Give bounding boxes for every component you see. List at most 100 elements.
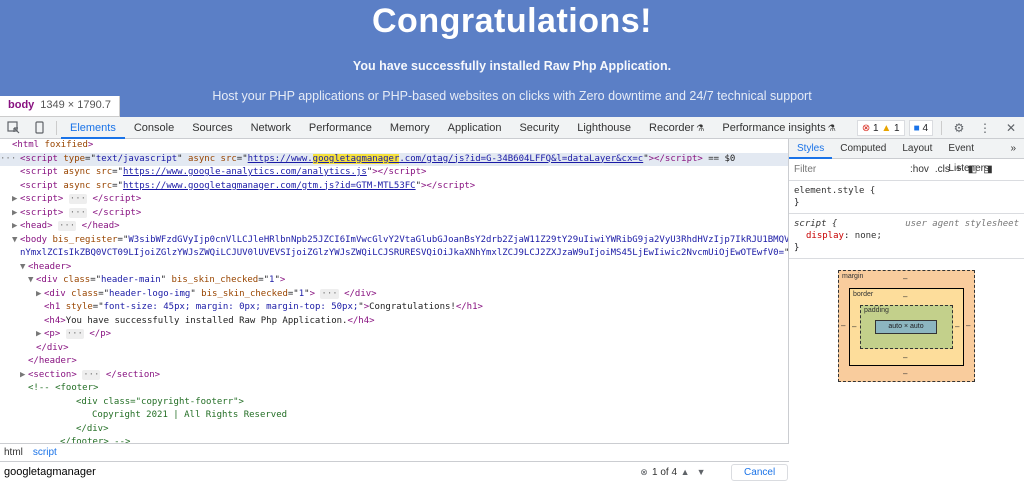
find-input[interactable] xyxy=(0,466,620,478)
breadcrumb-script[interactable]: script xyxy=(33,447,57,458)
tab-security[interactable]: Security xyxy=(510,117,568,139)
rule-property: display xyxy=(806,231,844,241)
dom-node-line[interactable]: <!-- <footer> xyxy=(0,382,788,396)
tab-performance-insights[interactable]: Performance insights ⚗ xyxy=(713,117,844,139)
elements-tree[interactable]: <html foxified> ··· <script type="text/jav… xyxy=(0,139,789,443)
border-right-value: – xyxy=(955,322,960,331)
dom-node-markup: <p> ··· </p> xyxy=(44,329,112,339)
margin-label: margin xyxy=(842,273,864,280)
close-icon[interactable]: ✕ xyxy=(998,117,1024,139)
tab-styles[interactable]: Styles xyxy=(789,139,833,159)
tab-event-listeners[interactable]: Event Listeners xyxy=(940,139,1002,174)
expand-arrow-icon[interactable]: ▶ xyxy=(20,369,28,383)
tab-performance[interactable]: Performance xyxy=(300,117,381,139)
messages-badge[interactable]: ■ 4 xyxy=(908,120,933,136)
clear-search-icon[interactable]: ⊗ xyxy=(636,467,652,478)
dom-node-line[interactable]: ▶ <script> ··· </script> xyxy=(0,207,788,221)
dom-node-line[interactable]: nYmxlZCIsIkZBQ0VCT09LIjoiZGlzYWJsZWQiLCJ… xyxy=(0,247,788,261)
dom-node-line[interactable]: ▶ <script> ··· </script> xyxy=(0,193,788,207)
toggle-color-format-icon[interactable]: ◧ xyxy=(968,164,977,175)
border-left-value: – xyxy=(852,322,857,331)
dom-node-markup: <head> ··· </head> xyxy=(20,221,120,231)
find-prev-icon[interactable]: ▲ xyxy=(677,467,693,477)
rule-close: } xyxy=(794,243,800,253)
tab-sources[interactable]: Sources xyxy=(183,117,241,139)
tab-application[interactable]: Application xyxy=(439,117,511,139)
tab-memory[interactable]: Memory xyxy=(381,117,439,139)
dom-node-markup: </div> xyxy=(76,423,109,434)
dom-node-line[interactable]: ▶ <head> ··· </head> xyxy=(0,220,788,234)
cls-button[interactable]: .cls xyxy=(935,164,950,175)
settings-icon[interactable]: ⚙ xyxy=(946,117,972,139)
rule-source: user agent stylesheet xyxy=(905,219,1019,229)
dom-node-line[interactable]: ▼ <header> xyxy=(0,261,788,275)
collapse-arrow-icon[interactable]: ▼ xyxy=(28,274,36,288)
margin-bottom-value: – xyxy=(903,369,908,378)
expand-arrow-icon[interactable]: ▶ xyxy=(12,220,20,234)
rule-value: none; xyxy=(854,231,882,241)
issues-badge[interactable]: ⊗ 1 ▲ 1 xyxy=(856,120,905,136)
device-toggle-icon[interactable] xyxy=(26,117,52,139)
more-tabs-icon[interactable]: » xyxy=(1002,139,1024,159)
expand-arrow-icon[interactable]: ▶ xyxy=(36,288,44,302)
padding-label: padding xyxy=(864,307,889,314)
styles-filter-input[interactable] xyxy=(794,164,904,175)
dom-node-markup: </header> xyxy=(28,356,77,366)
flask-icon: ⚗ xyxy=(696,122,705,133)
tab-elements[interactable]: Elements xyxy=(61,117,125,139)
tab-computed[interactable]: Computed xyxy=(832,139,894,159)
dom-node-markup: <div class="header-logo-img" bis_skin_ch… xyxy=(44,288,377,299)
tab-recorder-label: Recorder xyxy=(649,121,695,134)
expand-arrow-icon[interactable]: ▶ xyxy=(36,328,44,342)
styles-sidebar: Styles Computed Layout Event Listeners »… xyxy=(789,139,1024,482)
breadcrumb: html script xyxy=(0,443,789,461)
divider xyxy=(941,121,942,135)
tab-network[interactable]: Network xyxy=(242,117,300,139)
dom-node-line[interactable]: ▼ <div class="header-main" bis_skin_check… xyxy=(0,274,788,288)
dom-node-line[interactable]: <script async src="https://www.google-an… xyxy=(0,166,788,180)
dom-node-line[interactable]: ··· <script type="text/javascript" async … xyxy=(0,152,788,166)
dom-node-line[interactable]: </footer> --> xyxy=(0,436,788,443)
warning-icon: ▲ xyxy=(881,122,892,134)
dom-node-markup: <script> ··· </script> xyxy=(20,207,142,218)
page-text: Host your PHP applications or PHP-based … xyxy=(212,89,812,103)
dom-node-line[interactable]: ▶ <p> ··· </p> xyxy=(0,328,788,342)
dom-node-line[interactable]: <h1 style="font-size: 45px; margin: 0px;… xyxy=(0,301,788,315)
rule-selector: script { xyxy=(794,219,838,229)
dom-node-line[interactable]: Copyright 2021 | All Rights Reserved xyxy=(0,409,788,423)
dom-node-line[interactable]: ▶ <div class="header-logo-img" bis_skin_c… xyxy=(0,288,788,302)
collapse-arrow-icon[interactable]: ▼ xyxy=(12,234,20,248)
dom-node-markup: <div class="header-main" bis_skin_checke… xyxy=(36,275,286,285)
dom-node-line[interactable]: ▶ <section> ··· </section> xyxy=(0,369,788,383)
tab-layout[interactable]: Layout xyxy=(894,139,940,159)
rule-selector: element.style { xyxy=(794,186,876,196)
breadcrumb-html[interactable]: html xyxy=(4,447,23,458)
dom-node-line[interactable]: <div class="copyright-footerr"> xyxy=(0,396,788,410)
dom-node-line[interactable]: </div> xyxy=(0,342,788,356)
dom-node-line[interactable]: ▼ <body bis_register="W3sibWFzdGVyIjp0cnV… xyxy=(0,234,788,248)
rule-close: } xyxy=(794,198,800,208)
element-style-rule: element.style { } xyxy=(789,181,1024,214)
tab-recorder[interactable]: Recorder ⚗ xyxy=(640,117,713,139)
dom-node-markup: </div> xyxy=(36,342,69,353)
more-options-icon[interactable]: ⋮ xyxy=(972,117,998,139)
tab-lighthouse[interactable]: Lighthouse xyxy=(568,117,640,139)
find-next-icon[interactable]: ▼ xyxy=(693,467,709,477)
dom-node-line[interactable]: <script async src="https://www.googletag… xyxy=(0,180,788,194)
dom-node-line[interactable]: </header> xyxy=(0,355,788,369)
message-icon: ■ xyxy=(913,122,920,134)
expand-arrow-icon[interactable]: ▶ xyxy=(12,193,20,207)
expand-arrow-icon[interactable]: ▶ xyxy=(12,207,20,221)
dom-node-line[interactable]: <html foxified> xyxy=(0,139,788,153)
tab-console[interactable]: Console xyxy=(125,117,183,139)
hov-button[interactable]: :hov xyxy=(910,164,929,175)
cancel-button[interactable]: Cancel xyxy=(731,463,789,481)
inspect-icon[interactable] xyxy=(0,117,26,139)
computed-toggle-icon[interactable]: ◨ xyxy=(983,164,992,175)
dom-node-line[interactable]: <h4>You have successfully installed Raw … xyxy=(0,315,788,329)
dom-node-markup: <h1 style="font-size: 45px; margin: 0px;… xyxy=(44,302,483,312)
collapse-arrow-icon[interactable]: ▼ xyxy=(20,261,28,275)
dom-node-markup: nYmxlZCIsIkZBQ0VCT09LIjoiZGlzYWJsZWQiLCJ… xyxy=(20,248,788,258)
add-rule-icon[interactable]: + xyxy=(956,164,962,175)
dom-node-line[interactable]: </div> xyxy=(0,423,788,437)
